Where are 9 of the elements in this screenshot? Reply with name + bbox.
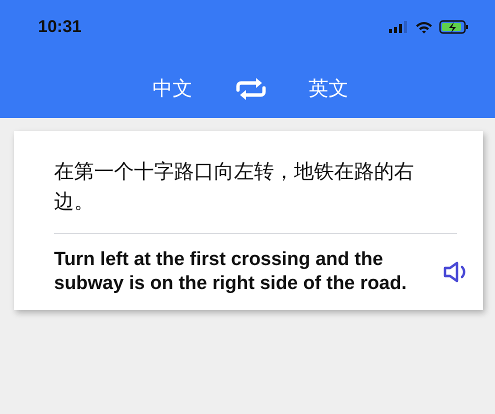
target-language-button[interactable]: 英文 [308, 75, 348, 102]
battery-icon [439, 20, 469, 34]
signal-icon [389, 21, 409, 33]
translation-text: Turn left at the first crossing and the subway is on the right side of the road. [54, 248, 408, 296]
source-text: 在第一个十字路口向左转，地铁在路的右边。 [54, 160, 415, 215]
source-language-button[interactable]: 中文 [152, 75, 192, 102]
wifi-icon [415, 20, 433, 34]
swap-icon[interactable] [234, 76, 266, 100]
status-time: 10:31 [38, 17, 82, 37]
